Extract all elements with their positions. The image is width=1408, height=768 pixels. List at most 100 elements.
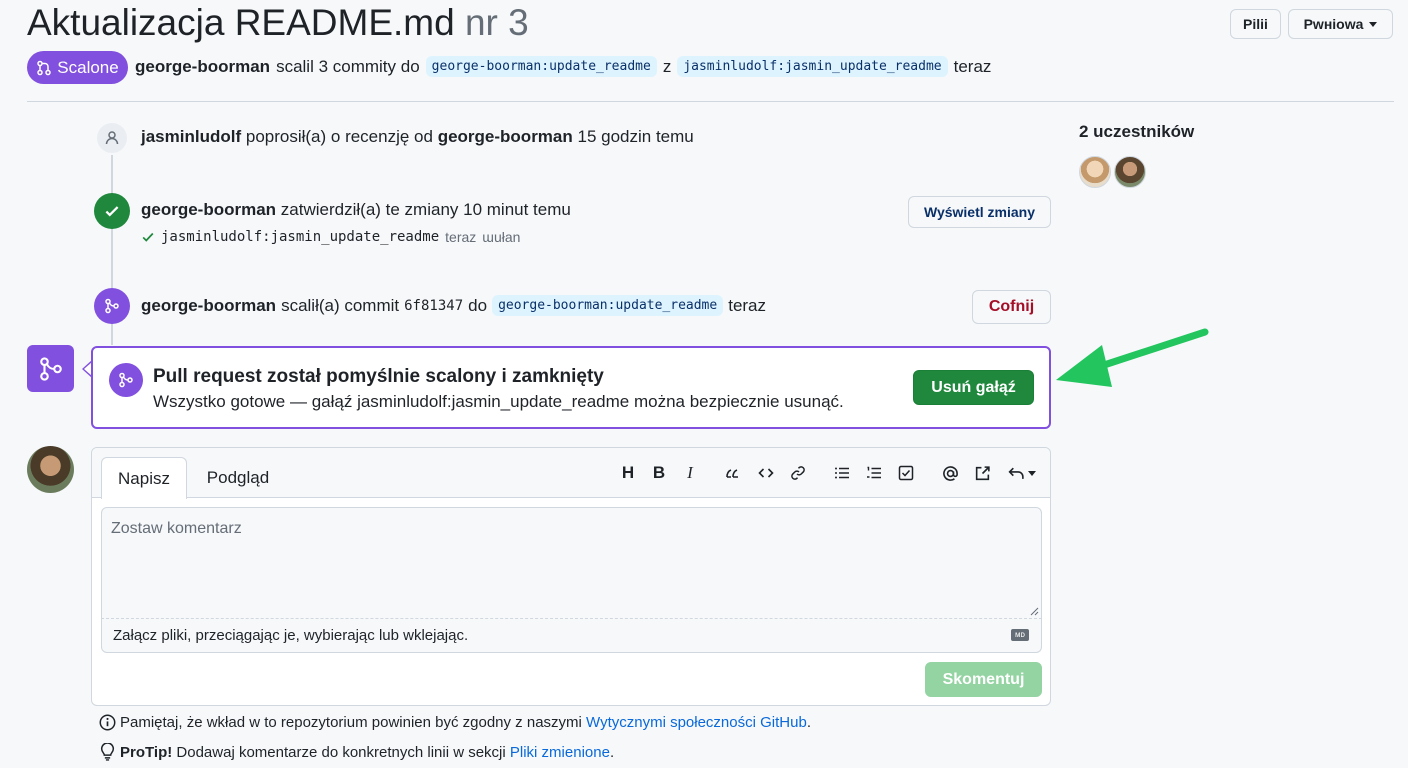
heading-glyph: H [621,463,635,482]
commit-sha[interactable]: 6f81347 [404,298,463,314]
resize-handle-icon[interactable] [1029,606,1039,616]
tip-end: . [609,743,615,761]
cross-reference-icon[interactable] [971,462,993,484]
summary-connector: z [662,56,672,76]
protip: ProTip! Dodawaj komentarze do konkretnyc… [99,743,614,761]
bold-glyph: B [652,463,666,482]
participants-label: 2 uczestników [1079,122,1195,141]
summary-user[interactable]: george-boorman [135,57,270,77]
comment-placeholder: Zostaw komentarz [111,520,242,537]
header-divider [27,101,1394,102]
approve-text: zatwierdził(a) te zmiany 10 minut temu [280,200,571,219]
status-badge: Scalone [27,51,128,84]
view-changes-button[interactable]: Wyświetl zmiany [908,196,1051,228]
avatar[interactable] [1114,156,1146,188]
task-list-icon[interactable] [895,462,917,484]
link-icon[interactable] [787,462,809,484]
header-left-button[interactable]: Pilii [1230,9,1281,39]
review-text: poprosił(a) o recenzję od [245,127,433,146]
avatar[interactable] [27,446,74,493]
mention-icon[interactable] [939,462,961,484]
comment-submit-button[interactable]: Skomentuj [925,662,1042,697]
markdown-icon: ᴍᴅ [1011,629,1029,641]
merger[interactable]: george-boorman [141,296,276,316]
tab-write-label: Napisz [118,468,170,488]
approve-event: george-boorman zatwierdził(a) te zmiany … [141,200,571,220]
merge-event: george-boorman scalił(a) commit 6f81347 … [141,295,766,316]
review-request-event: jasminludolf poprosił(a) o recenzję od g… [141,127,694,147]
comment-box: Napisz Podgląd Zostaw komentarz Załącz p… [91,447,1051,706]
delete-branch-button[interactable]: Usuń gałąź [913,370,1034,405]
header-dropdown-label: Pwнiowa [1303,16,1364,32]
guidelines-link[interactable]: Wytycznymi społeczności GitHub [586,714,807,731]
view-changes-label: Wyświetl zmiany [923,204,1035,220]
avatar[interactable] [1079,156,1111,188]
merge-icon-large [27,345,74,392]
merge-time: teraz [728,295,767,315]
reviewer[interactable]: george-boorman [438,127,573,146]
undo-icon[interactable] [1004,462,1040,484]
summary-text: scalil 3 commity do [276,56,420,76]
unordered-list-icon[interactable] [831,462,853,484]
tab-preview[interactable]: Podgląd [192,457,284,499]
merged-desc: Wszystko gotowe — gałąź jasminludolf:jas… [153,392,844,411]
header-left-button-label: Pilii [1243,16,1268,32]
merge-summary: george-boorman scalil 3 commity do georg… [135,56,991,77]
status-label: Scalone [57,57,119,77]
check-icon-badge [94,193,130,229]
merge-icon [105,298,119,314]
heading-icon[interactable]: H [617,462,639,484]
person-icon-badge [95,121,129,155]
attach-bar[interactable]: Załącz pliki, przeciągając je, wybierają… [101,619,1042,653]
pr-number: nr 3 [464,2,529,43]
ordered-list-icon[interactable] [863,462,885,484]
info-icon [99,714,116,731]
approve-sub-time: teraz [445,229,477,245]
merge-icon [39,356,62,381]
comment-submit-label: Skomentuj [942,670,1025,688]
tip-text: Dodawaj komentarze do konkretnych linii … [176,743,506,761]
note-end: . [806,714,811,731]
review-requester[interactable]: jasminludolf [141,127,241,146]
revert-button[interactable]: Cofnij [972,290,1051,324]
guidelines-note: Pamiętaj, że wkład w to repozytorium pow… [99,714,811,731]
lightbulb-icon [100,743,115,761]
merge-icon [37,60,52,75]
approve-sub: jasminludolf:jasmin_update_readme teraz … [141,229,520,245]
merge-connector: do [468,295,488,315]
review-time: 15 godzin temu [577,127,694,146]
italic-glyph: I [687,463,693,482]
revert-label: Cofnij [988,298,1035,315]
check-icon [105,206,119,217]
italic-icon[interactable]: I [679,462,701,484]
person-icon [105,131,119,145]
pr-title: Aktualizacja README.md [27,2,455,43]
approved-branch[interactable]: jasminludolf:jasmin_update_readme [161,229,439,245]
merge-icon-badge [109,363,143,397]
delete-branch-label: Usuń gałąź [931,378,1016,396]
arrow-icon [1056,328,1209,387]
tab-preview-label: Podgląd [206,468,270,487]
files-changed-link[interactable]: Pliki zmienione [510,744,610,761]
merge-text: scalił(a) commit [281,295,400,315]
check-icon [142,232,154,242]
comment-textarea[interactable]: Zostaw komentarz [101,507,1042,619]
bold-icon[interactable]: B [648,462,670,484]
approver[interactable]: george-boorman [141,200,276,219]
caret-down-icon [1369,21,1378,27]
tab-write[interactable]: Napisz [101,457,187,499]
note-text: Pamiętaj, że wkład w to repozytorium pow… [120,714,582,731]
merge-target-branch[interactable]: george-boorman:update_readme [492,295,724,316]
merged-box: Pull request został pomyślnie scalony i … [91,346,1051,429]
quote-icon[interactable] [722,462,744,484]
page-title: Aktualizacja README.md nr 3 [27,2,529,44]
attach-text: Załącz pliki, przeciągając je, wybierają… [113,627,469,644]
head-branch[interactable]: jasminludolf:jasmin_update_readme [677,56,948,77]
header-dropdown-button[interactable]: Pwнiowa [1288,9,1393,39]
merge-icon-badge [94,288,130,324]
merged-title: Pull request został pomyślnie scalony i … [153,366,604,387]
code-icon[interactable] [755,462,777,484]
tip-label: ProTip! [120,743,173,761]
caret-down-icon [1028,470,1036,476]
base-branch[interactable]: george-boorman:update_readme [425,56,657,77]
